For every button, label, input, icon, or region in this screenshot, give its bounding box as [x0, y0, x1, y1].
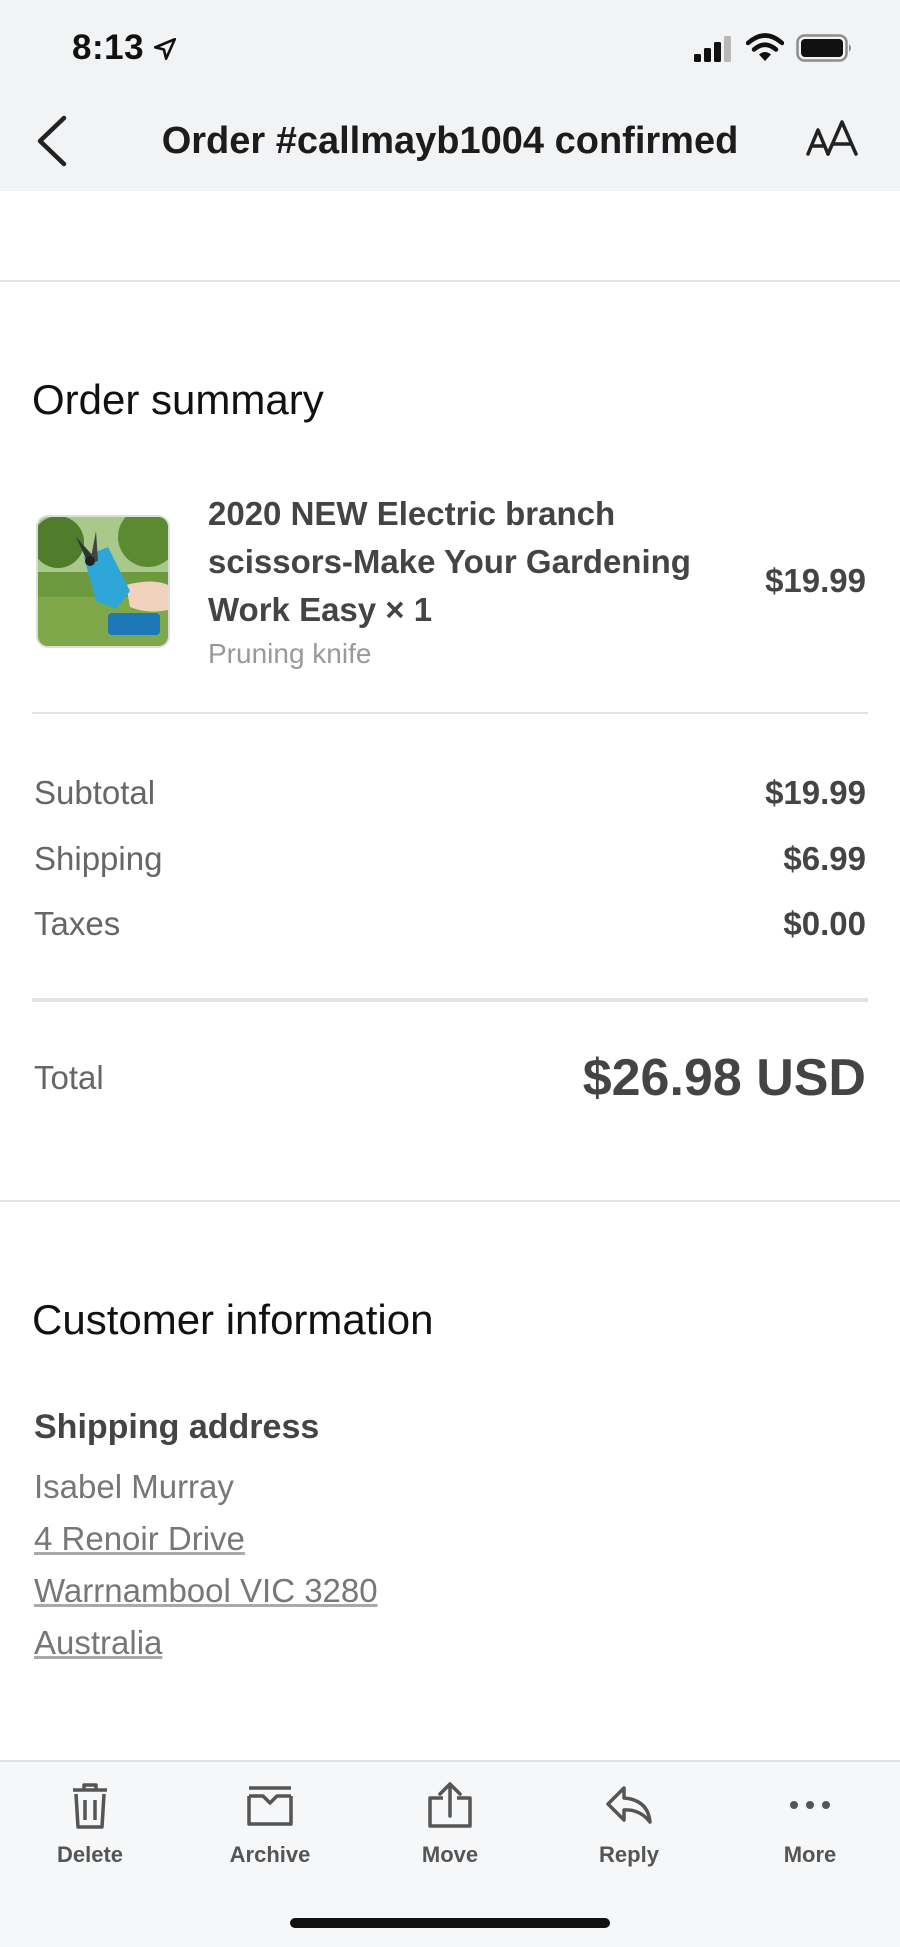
top-bar: 8:13 Order #callmayb1004 confirmed	[0, 0, 900, 191]
reply-button[interactable]: Reply	[559, 1780, 699, 1880]
address-city-link[interactable]: Warrnambool VIC 3280	[34, 1572, 378, 1610]
more-label: More	[783, 1842, 837, 1867]
trash-icon	[73, 1783, 107, 1829]
total-label: Total	[34, 1059, 104, 1096]
section-divider	[0, 1200, 900, 1202]
product-name: 2020 NEW Electric branch scissors-Make Y…	[208, 495, 691, 628]
subtotal-value: $19.99	[765, 774, 866, 811]
item-divider	[32, 712, 868, 714]
section-divider	[0, 280, 900, 282]
delete-label: Delete	[56, 1842, 124, 1867]
address-country-link[interactable]: Australia	[34, 1624, 162, 1662]
move-label: Move	[421, 1842, 479, 1867]
location-arrow-icon	[153, 37, 177, 61]
product-price: $19.99	[765, 562, 866, 599]
shipping-label: Shipping	[34, 840, 163, 877]
archive-label: Archive	[229, 1842, 311, 1867]
total-divider	[32, 998, 868, 1002]
shipping-value: $6.99	[783, 840, 866, 877]
more-button[interactable]: More	[740, 1780, 880, 1880]
status-time: 8:13	[72, 28, 145, 67]
total-value: $26.98 USD	[582, 1049, 866, 1107]
archive-button[interactable]: Archive	[200, 1780, 340, 1880]
reply-arrow-icon	[606, 1786, 652, 1824]
move-folder-icon	[428, 1782, 472, 1828]
back-chevron-icon[interactable]	[32, 114, 72, 168]
product-variant: Pruning knife	[208, 638, 372, 669]
shipping-address-heading: Shipping address	[34, 1408, 320, 1446]
product-thumbnail[interactable]	[36, 515, 170, 648]
subtotal-label: Subtotal	[34, 774, 156, 811]
product-image	[38, 517, 168, 646]
reply-label: Reply	[599, 1842, 659, 1867]
move-button[interactable]: Move	[380, 1780, 520, 1880]
wifi-icon	[746, 33, 784, 61]
order-summary-heading: Order summary	[32, 376, 324, 423]
more-dots-icon	[790, 1801, 830, 1809]
page-title: Order #callmayb1004 confirmed	[161, 120, 739, 162]
home-indicator	[290, 1918, 610, 1928]
archive-box-icon	[247, 1786, 293, 1826]
delete-button[interactable]: Delete	[20, 1780, 160, 1880]
address-street-link[interactable]: 4 Renoir Drive	[34, 1520, 245, 1558]
customer-information-heading: Customer information	[32, 1296, 434, 1343]
taxes-value: $0.00	[783, 905, 866, 942]
customer-name: Isabel Murray	[34, 1468, 234, 1505]
taxes-label: Taxes	[34, 905, 121, 942]
battery-icon	[796, 34, 851, 62]
text-size-icon[interactable]	[806, 120, 858, 160]
signal-icon	[694, 36, 731, 62]
